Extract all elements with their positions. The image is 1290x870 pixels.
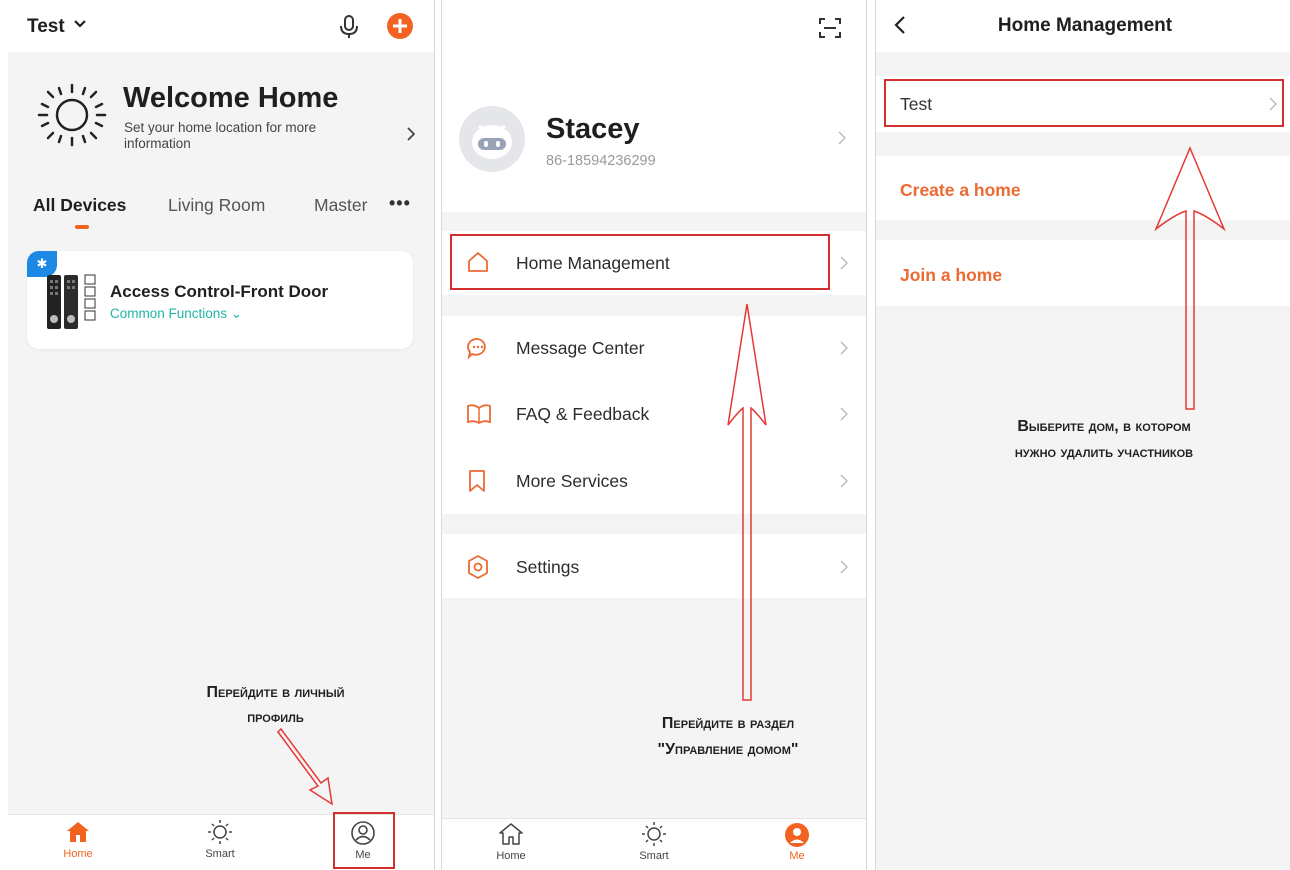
home-icon <box>67 822 89 842</box>
tab-home[interactable]: Home <box>481 822 541 862</box>
sun-weather-icon <box>37 83 107 147</box>
chevron-right-icon[interactable] <box>407 127 415 141</box>
tab-smart-label: Smart <box>205 848 235 860</box>
annotation-line: "Управление домом" <box>657 741 799 758</box>
access-control-device-image <box>47 274 96 329</box>
tab-home-label: Home <box>63 848 93 860</box>
chevron-right-icon <box>840 256 848 270</box>
device-name: Access Control-Front Door <box>110 282 329 301</box>
annotation-arrow-icon <box>1154 146 1226 410</box>
chevron-right-icon <box>840 560 848 574</box>
welcome-title: Welcome Home <box>123 82 339 114</box>
annotation-caption: Перейдите в личный профиль <box>163 680 388 730</box>
create-home-label: Create a home <box>900 180 1021 200</box>
sun-icon <box>642 822 666 846</box>
annotation-caption: Перейдите в раздел "Управление домом" <box>608 711 848 763</box>
home-location-prompt[interactable]: Set your home location for more informat… <box>124 120 354 152</box>
tab-master[interactable]: Master <box>314 195 367 216</box>
highlight-box <box>333 812 395 869</box>
join-home-label: Join a home <box>900 265 1003 285</box>
menu-item-label: FAQ & Feedback <box>516 404 650 424</box>
common-functions-toggle[interactable]: Common Functions ⌄ <box>110 306 242 322</box>
annotation-line: Перейдите в раздел <box>661 715 795 732</box>
annotation-arrow-icon <box>727 303 767 701</box>
chevron-right-icon <box>840 407 848 421</box>
home-screen: Test Welcome Home Set your home location… <box>8 0 435 870</box>
tab-smart[interactable]: Smart <box>624 822 684 862</box>
menu-item-label: More Services <box>516 471 628 491</box>
menu-item-message-center[interactable] <box>442 316 866 380</box>
chevron-right-icon <box>840 341 848 355</box>
user-name: Stacey <box>546 113 640 145</box>
robot-avatar-icon <box>472 124 512 159</box>
profile-icon <box>785 823 809 847</box>
annotation-line: нужно удалить участников <box>1014 444 1194 461</box>
highlight-box <box>450 234 830 290</box>
microphone-icon[interactable] <box>338 14 360 40</box>
menu-item-label: Message Center <box>516 338 645 358</box>
chevron-right-icon[interactable] <box>838 131 846 145</box>
tab-me-label: Me <box>789 850 805 862</box>
chevron-right-icon <box>840 474 848 488</box>
chevron-down-icon[interactable] <box>74 19 86 29</box>
tab-home[interactable]: Home <box>48 820 108 860</box>
menu-item-more-services[interactable] <box>442 448 866 512</box>
chat-bubble-icon <box>467 338 486 360</box>
user-phone: 86-18594236299 <box>546 153 656 169</box>
sun-icon <box>208 820 232 844</box>
tab-me[interactable]: Me <box>767 822 827 862</box>
add-device-button[interactable] <box>387 13 413 39</box>
book-icon <box>467 404 491 425</box>
annotation-line: Перейдите в личный <box>206 684 345 701</box>
page-title: Home Management <box>997 15 1173 36</box>
hexagon-gear-icon <box>468 555 488 579</box>
active-tab-indicator <box>75 225 89 229</box>
scan-icon[interactable] <box>818 17 842 39</box>
bookmark-icon <box>469 470 485 492</box>
annotation-line: профиль <box>247 709 304 726</box>
menu-item-settings[interactable] <box>442 534 866 598</box>
avatar[interactable] <box>459 106 525 172</box>
more-rooms-button[interactable]: ••• <box>389 193 411 214</box>
tab-living-room[interactable]: Living Room <box>168 195 265 216</box>
home-top-bar <box>8 0 434 52</box>
home-selector[interactable]: Test <box>27 16 65 38</box>
plus-icon <box>393 19 407 33</box>
menu-item-faq-feedback[interactable] <box>442 382 866 446</box>
annotation-caption: Выберите дом, в котором нужно удалить уч… <box>954 414 1254 466</box>
annotation-arrow-icon <box>277 728 333 806</box>
me-screen: Stacey 86-18594236299 Home Management Me… <box>441 0 867 870</box>
annotation-line: Выберите дом, в котором <box>1017 418 1191 435</box>
home-management-screen: Home Management Test Create a home Join … <box>875 0 1290 870</box>
tab-all-devices[interactable]: All Devices <box>33 195 126 216</box>
tab-smart-label: Smart <box>639 850 669 862</box>
menu-item-label: Settings <box>516 557 580 577</box>
tab-home-label: Home <box>496 850 526 862</box>
highlight-box <box>884 79 1284 127</box>
tab-smart[interactable]: Smart <box>190 820 250 860</box>
home-icon <box>499 823 523 845</box>
